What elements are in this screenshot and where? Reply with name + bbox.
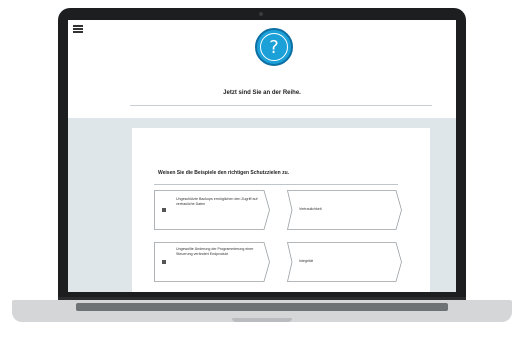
drag-handle-icon[interactable] [162,260,166,264]
arrow-card-shape [154,190,270,230]
matching-pair: Ungeschützte Backups ermöglichen den Zug… [154,190,402,230]
exercise-heading: Weisen Sie die Beispiele den richtigen S… [158,170,290,176]
protection-goal-text: Vertraulichkeit [299,207,322,211]
question-mark-icon: ? [255,28,293,66]
example-text: Ungeschützte Backups ermöglichen den Zug… [176,197,258,206]
hamburger-icon[interactable] [73,25,83,33]
webcam [259,12,263,16]
protection-goal-text: Integrität [299,259,313,263]
heading-divider [154,184,398,185]
drop-target-card[interactable]: Vertraulichkeit [287,190,402,230]
draggable-example-card[interactable]: Ungeschützte Backups ermöglichen den Zug… [154,190,270,230]
matching-pair: Ungewollte Änderung der Programmierung e… [154,242,402,282]
header-panel: ? Jetzt sind Sie an der Reihe. [68,20,456,118]
keyboard [76,303,448,311]
page-title: Jetzt sind Sie an der Reihe. [223,90,301,96]
laptop-front-notch [232,318,292,322]
title-divider [130,105,432,106]
question-mark-glyph: ? [260,33,288,61]
draggable-example-card[interactable]: Ungewollte Änderung der Programmierung e… [154,242,270,282]
example-text: Ungewollte Änderung der Programmierung e… [176,247,254,256]
laptop-screen: ? Jetzt sind Sie an der Reihe. Weisen Si… [68,20,456,292]
drop-target-card[interactable]: Integrität [287,242,402,282]
drag-handle-icon[interactable] [162,208,166,212]
